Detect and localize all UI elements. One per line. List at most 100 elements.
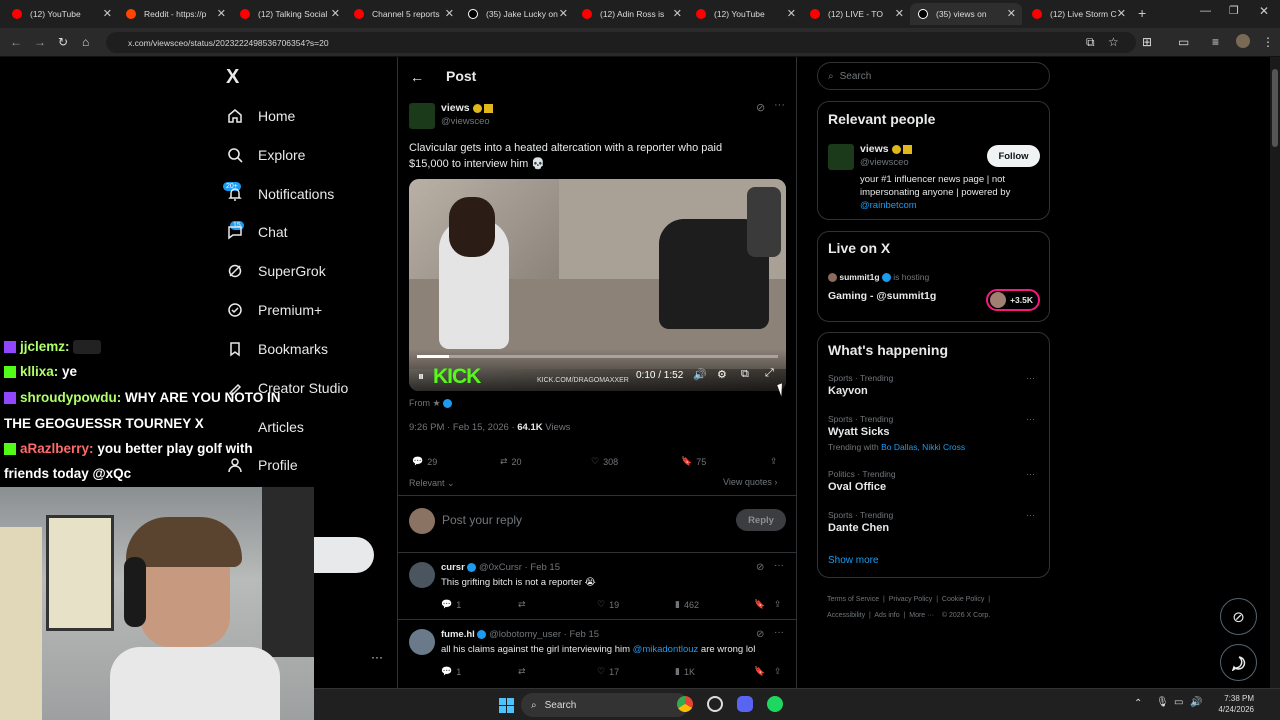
nav-bookmarks[interactable]: Bookmarks	[226, 336, 328, 362]
views-action[interactable]: ▮ 1K	[675, 666, 695, 677]
menu-icon[interactable]: ⋮	[1262, 35, 1274, 49]
reply-action[interactable]: 💬 1	[441, 599, 461, 610]
home-icon[interactable]: ⌂	[82, 35, 89, 49]
grok-float-icon[interactable]: ⊘	[1220, 598, 1257, 635]
nav-notifications[interactable]: Notifications	[226, 181, 334, 207]
nav-home[interactable]: Home	[226, 103, 295, 129]
footer-link[interactable]: Ads info	[874, 612, 899, 619]
post-button[interactable]	[314, 537, 374, 573]
browser-tab[interactable]: (12) YouTube ✕	[4, 3, 118, 25]
reply-handle[interactable]: @0xCursr	[479, 562, 522, 573]
trend-name[interactable]: Oval Office	[828, 481, 886, 493]
messages-float-icon[interactable]	[1220, 644, 1257, 681]
reply-handle[interactable]: @lobotomy_user	[489, 629, 561, 640]
nav-supergrok[interactable]: SuperGrok	[226, 258, 326, 284]
reply-name[interactable]: fume.hl	[441, 629, 475, 640]
fullscreen-icon[interactable]: ⤢	[765, 367, 774, 380]
share-icon[interactable]: ⇪	[770, 456, 778, 467]
browser-tab[interactable]: (12) YouTube ✕	[688, 3, 802, 25]
reply-avatar[interactable]	[409, 629, 435, 655]
url-field[interactable]: x.com/viewsceo/status/202322249853670635…	[106, 32, 1136, 53]
grok-icon[interactable]: ⊘	[756, 101, 765, 114]
minimize-icon[interactable]: —	[1200, 5, 1211, 17]
back-arrow-icon[interactable]: ←	[410, 69, 424, 85]
trend-more-icon[interactable]: ···	[1026, 414, 1035, 424]
sort-dropdown[interactable]: Relevant ⌄	[409, 478, 455, 489]
bookmark-star-icon[interactable]: ☆	[1108, 35, 1119, 49]
bio-link[interactable]: @rainbetcom	[860, 200, 917, 211]
close-icon[interactable]: ✕	[331, 7, 340, 20]
new-tab-icon[interactable]: +	[1138, 5, 1146, 21]
close-icon[interactable]: ✕	[445, 7, 454, 20]
repost-action[interactable]: ⇄ 20	[500, 456, 522, 467]
close-icon[interactable]: ✕	[895, 7, 904, 20]
view-quotes-link[interactable]: View quotes ›	[723, 477, 777, 487]
close-icon[interactable]: ✕	[103, 7, 112, 20]
person-name[interactable]: views	[860, 143, 913, 155]
reply-input[interactable]: Post your reply	[442, 513, 522, 527]
scrollbar[interactable]	[1270, 57, 1280, 688]
discord-icon[interactable]	[737, 696, 753, 712]
network-icon[interactable]: ▭	[1174, 697, 1183, 708]
media-icon[interactable]: ≡	[1212, 35, 1219, 49]
reply-action[interactable]: 💬 1	[441, 666, 461, 677]
live-host[interactable]: summit1g is hosting	[828, 272, 929, 283]
footer-link[interactable]: More ···	[909, 612, 934, 619]
footer-link[interactable]: Cookie Policy	[942, 596, 984, 603]
pip-icon[interactable]: ⧉	[741, 368, 749, 381]
spotify-icon[interactable]	[767, 696, 783, 712]
more-options-icon[interactable]: ···	[774, 560, 784, 571]
trend-name[interactable]: Dante Chen	[828, 522, 889, 534]
browser-tab[interactable]: (35) Jake Lucky on ✕	[460, 3, 574, 25]
like-action[interactable]: ♡ 19	[597, 599, 619, 610]
chrome-icon[interactable]	[677, 696, 693, 712]
reply-action[interactable]: 💬 29	[412, 456, 437, 467]
tray-chevron-icon[interactable]: ⌃	[1134, 698, 1142, 709]
microphone-icon[interactable]: 🎙	[1156, 697, 1169, 708]
trend-more-icon[interactable]: ···	[1026, 510, 1035, 520]
author-avatar[interactable]	[409, 103, 435, 129]
trend-extra-links[interactable]: Bo Dallas, Nikki Cross	[881, 442, 965, 452]
nav-explore[interactable]: Explore	[226, 142, 305, 168]
close-icon[interactable]: ✕	[787, 7, 796, 20]
live-listeners[interactable]: +3.5K	[986, 289, 1040, 311]
more-options-icon[interactable]: ···	[774, 99, 785, 111]
close-icon[interactable]: ✕	[217, 7, 226, 20]
reload-icon[interactable]: ↻	[58, 35, 68, 49]
show-more-link[interactable]: Show more	[828, 555, 879, 566]
x-logo[interactable]: X	[226, 66, 239, 89]
author-handle[interactable]: @viewsceo	[441, 116, 490, 127]
live-stream-title[interactable]: Gaming - @summit1g	[828, 290, 936, 302]
browser-tab[interactable]: (12) Adin Ross is ✕	[574, 3, 688, 25]
like-action[interactable]: ♡ 17	[597, 666, 619, 677]
mention-link[interactable]: @mikadontlouz	[633, 644, 699, 655]
trend-name[interactable]: Wyatt Sicks	[828, 426, 890, 438]
close-icon[interactable]: ✕	[1007, 7, 1016, 20]
reply-avatar[interactable]	[409, 562, 435, 588]
trend-name[interactable]: Kayvon	[828, 385, 868, 397]
speaker-icon[interactable]: 🔊	[1190, 697, 1202, 708]
pause-icon[interactable]: ⏸	[418, 369, 424, 384]
close-icon[interactable]: ✕	[673, 7, 682, 20]
more-options-icon[interactable]: ···	[774, 627, 784, 638]
browser-tab[interactable]: (12) LIVE - TO ✕	[802, 3, 910, 25]
like-action[interactable]: ♡ 308	[591, 456, 618, 467]
repost-icon[interactable]: ⇄	[518, 599, 526, 610]
browser-tab-active[interactable]: (35) views on ✕	[910, 3, 1022, 25]
trend-more-icon[interactable]: ···	[1026, 373, 1035, 383]
video-progress-track[interactable]	[417, 355, 778, 358]
taskbar-search[interactable]: ⌕ Search	[521, 693, 689, 717]
footer-link[interactable]: Terms of Service	[827, 596, 879, 603]
settings-gear-icon[interactable]: ⚙	[717, 368, 727, 381]
windows-start-icon[interactable]	[499, 698, 514, 713]
share-icon[interactable]: ⇪	[774, 666, 782, 677]
close-icon[interactable]: ✕	[1117, 7, 1126, 20]
search-field[interactable]: ⌕ Search	[817, 62, 1050, 90]
window-close-icon[interactable]: ✕	[1259, 4, 1269, 18]
reply-name[interactable]: cursr	[441, 562, 465, 573]
footer-link[interactable]: Privacy Policy	[889, 596, 933, 603]
profile-avatar[interactable]	[1236, 34, 1250, 48]
share-icon[interactable]: ⇪	[774, 599, 782, 610]
nav-premium[interactable]: Premium+	[226, 297, 322, 323]
video-player[interactable]: ⏸ KICK KICK.COM/DRAGOMAXXER 0:10 / 1:52 …	[409, 179, 786, 391]
